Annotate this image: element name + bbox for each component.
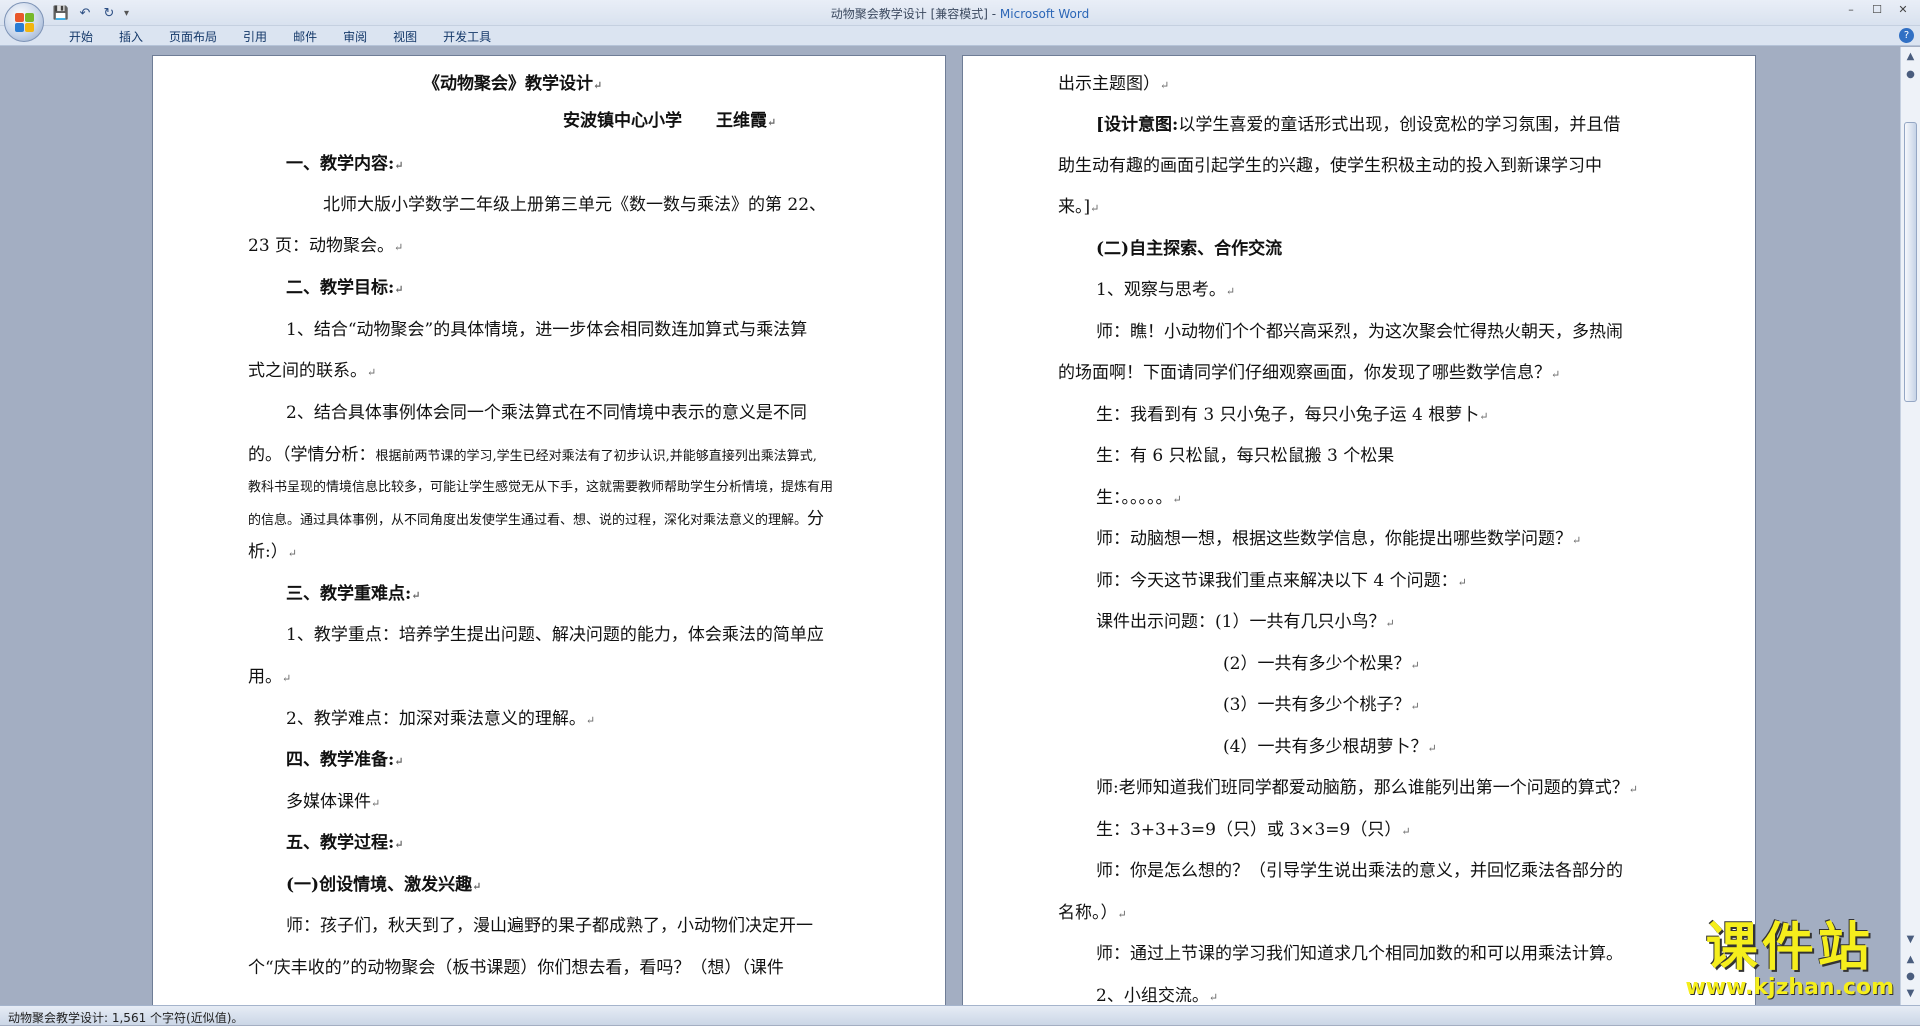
paragraph-line: 式之间的联系。↵	[248, 361, 377, 381]
maximize-button[interactable]: ☐	[1864, 0, 1890, 18]
select-browse-object-icon[interactable]: ●	[1903, 969, 1918, 984]
help-icon[interactable]: ?	[1899, 28, 1914, 43]
ribbon: 开始 插入 页面布局 引用 邮件 审阅 视图 开发工具 ?	[0, 26, 1920, 46]
paragraph-line: 生：有 6 只松鼠，每只松鼠搬 3 个松果	[1096, 446, 1395, 466]
office-button[interactable]	[4, 2, 44, 42]
paragraph-line: [设计意图:以学生喜爱的童话形式出现，创设宽松的学习氛围，并且借	[1096, 115, 1621, 135]
paragraph-line: 师：孩子们，秋天到了，漫山遍野的果子都成熟了，小动物们决定开一	[286, 916, 813, 936]
close-button[interactable]: ✕	[1890, 0, 1916, 18]
tab-page-layout[interactable]: 页面布局	[156, 29, 230, 45]
tab-view[interactable]: 视图	[380, 29, 430, 45]
window-title: 动物聚会教学设计 [兼容模式] - Microsoft Word	[0, 5, 1920, 22]
paragraph-line: 助生动有趣的画面引起学生的兴趣，使学生积极主动的投入到新课学习中	[1058, 156, 1602, 176]
paragraph-line: 析:）↵	[248, 542, 297, 562]
paragraph-line: 个“庆丰收的”的动物聚会（板书课题）你们想去看，看吗？（想）（课件	[248, 958, 784, 978]
tab-developer[interactable]: 开发工具	[430, 29, 504, 45]
scroll-down-icon[interactable]: ▼	[1903, 932, 1918, 947]
ruler-toggle-icon[interactable]: ●	[1903, 67, 1918, 82]
section-heading: (二)自主探索、合作交流	[1096, 239, 1283, 259]
paragraph-line: 名称。）↵	[1058, 903, 1127, 923]
section-heading: 一、教学内容:↵	[286, 154, 404, 174]
document-workspace: 《动物聚会》教学设计↵ 安波镇中心小学 王维霞↵ 一、教学内容:↵ 北师大版小学…	[0, 47, 1900, 1005]
tab-review[interactable]: 审阅	[330, 29, 380, 45]
paragraph-line: 的信息。通过具体事例，从不同角度出发使学生通过看、想、说的过程，深化对乘法意义的…	[248, 509, 825, 529]
watermark-url: www.kjzhan.com	[1685, 975, 1894, 1000]
paragraph-line: 用。↵	[248, 667, 292, 687]
paragraph-line: (4）一共有多少根胡萝卜？↵	[1223, 737, 1437, 757]
paragraph-line: 师：今天这节课我们重点来解决以下 4 个问题：↵	[1096, 571, 1467, 591]
paragraph-line: 2、小组交流。↵	[1096, 986, 1219, 1005]
tab-home[interactable]: 开始	[56, 29, 106, 45]
paragraph-line: 1、结合“动物聚会”的具体情境，进一步体会相同数连加算式与乘法算	[286, 320, 808, 340]
office-logo-icon	[15, 13, 35, 33]
paragraph-line: 的。（学情分析：根据前两节课的学习,学生已经对乘法有了初步认识,并能够直接列出乘…	[248, 445, 817, 465]
author-line: 安波镇中心小学 王维霞↵	[563, 111, 777, 131]
section-heading: 五、教学过程:↵	[286, 833, 404, 853]
document-page-right[interactable]: 出示主题图）↵ [设计意图:以学生喜爱的童话形式出现，创设宽松的学习氛围，并且借…	[962, 55, 1756, 1005]
paragraph-line: 师：动脑想一想，根据这些数学信息，你能提出哪些数学问题？↵	[1096, 529, 1582, 549]
paragraph-line: 生：。。。。。↵	[1096, 488, 1182, 508]
watermark-logo: 课件站 www.kjzhan.com	[1685, 920, 1894, 1000]
section-heading: 二、教学目标:↵	[286, 278, 404, 298]
paragraph-line: 生：我看到有 3 只小兔子，每只小兔子运 4 根萝卜↵	[1096, 405, 1489, 425]
paragraph-line: 师:老师知道我们班同学都爱动脑筋，那么谁能列出第一个问题的算式？↵	[1096, 778, 1638, 798]
paragraph-line: (3）一共有多少个桃子？↵	[1223, 695, 1420, 715]
section-heading: 四、教学准备:↵	[286, 750, 404, 770]
scrollbar-thumb[interactable]	[1904, 122, 1917, 402]
minimize-button[interactable]: –	[1838, 0, 1864, 18]
paragraph-line: 来。]↵	[1058, 197, 1100, 217]
paragraph-line: 的场面啊！下面请同学们仔细观察画面，你发现了哪些数学信息？↵	[1058, 363, 1561, 383]
next-page-icon[interactable]: ▼	[1903, 986, 1918, 1001]
paragraph-line: 1、观察与思考。↵	[1096, 280, 1236, 300]
document-page-left[interactable]: 《动物聚会》教学设计↵ 安波镇中心小学 王维霞↵ 一、教学内容:↵ 北师大版小学…	[152, 55, 946, 1005]
paragraph-line: 出示主题图）↵	[1058, 74, 1170, 94]
word-count-status[interactable]: 动物聚会教学设计: 1,561 个字符(近似值)。	[8, 1009, 243, 1026]
window-controls: – ☐ ✕	[1838, 0, 1916, 18]
status-bar: 动物聚会教学设计: 1,561 个字符(近似值)。	[0, 1005, 1920, 1025]
section-heading: 三、教学重难点:↵	[286, 584, 421, 604]
tab-references[interactable]: 引用	[230, 29, 280, 45]
paragraph-line: 师：你是怎么想的？（引导学生说出乘法的意义，并回忆乘法各部分的	[1096, 861, 1623, 881]
watermark-text: 课件站	[1705, 918, 1874, 978]
tab-mailings[interactable]: 邮件	[280, 29, 330, 45]
tab-insert[interactable]: 插入	[106, 29, 156, 45]
paragraph-line: 师：通过上节课的学习我们知道求几个相同加数的和可以用乘法计算。	[1096, 944, 1623, 964]
paragraph-line: 课件出示问题：(1）一共有几只小鸟？↵	[1096, 612, 1395, 632]
paragraph-line: 23 页：动物聚会。↵	[248, 236, 404, 256]
paragraph-line: 生：3+3+3=9（只）或 3×3=9（只）↵	[1096, 820, 1411, 840]
ribbon-tabs: 开始 插入 页面布局 引用 邮件 审阅 视图 开发工具	[56, 29, 504, 45]
paragraph-line: 北师大版小学数学二年级上册第三单元《数一数与乘法》的第 22、	[323, 195, 827, 215]
scroll-up-icon[interactable]: ▲	[1903, 49, 1918, 64]
paragraph-line: 教科书呈现的情境信息比较多，可能让学生感觉无从下手，这就需要教师帮助学生分析情境…	[248, 480, 834, 495]
document-title: 动物聚会教学设计 [兼容模式] -	[830, 7, 1000, 21]
app-name: Microsoft Word	[999, 7, 1090, 21]
title-bar: 💾 ↶ ↻ ▾ 动物聚会教学设计 [兼容模式] - Microsoft Word…	[0, 0, 1920, 26]
paragraph-line: 师：瞧！小动物们个个都兴高采烈，为这次聚会忙得热火朝天，多热闹	[1096, 322, 1623, 342]
paragraph-line: (2）一共有多少个松果？↵	[1223, 654, 1420, 674]
previous-page-icon[interactable]: ▲	[1903, 952, 1918, 967]
paragraph-line: 2、教学难点：加深对乘法意义的理解。↵	[286, 709, 596, 729]
vertical-scrollbar[interactable]: ▲ ● ▼ ▲ ● ▼	[1900, 47, 1920, 1005]
document-title: 《动物聚会》教学设计↵	[423, 74, 603, 94]
section-heading: (一)创设情境、激发兴趣↵	[286, 875, 482, 895]
paragraph-line: 2、结合具体事例体会同一个乘法算式在不同情境中表示的意义是不同	[286, 403, 807, 423]
paragraph-line: 1、教学重点：培养学生提出问题、解决问题的能力，体会乘法的简单应	[286, 625, 824, 645]
paragraph-line: 多媒体课件↵	[286, 792, 381, 812]
